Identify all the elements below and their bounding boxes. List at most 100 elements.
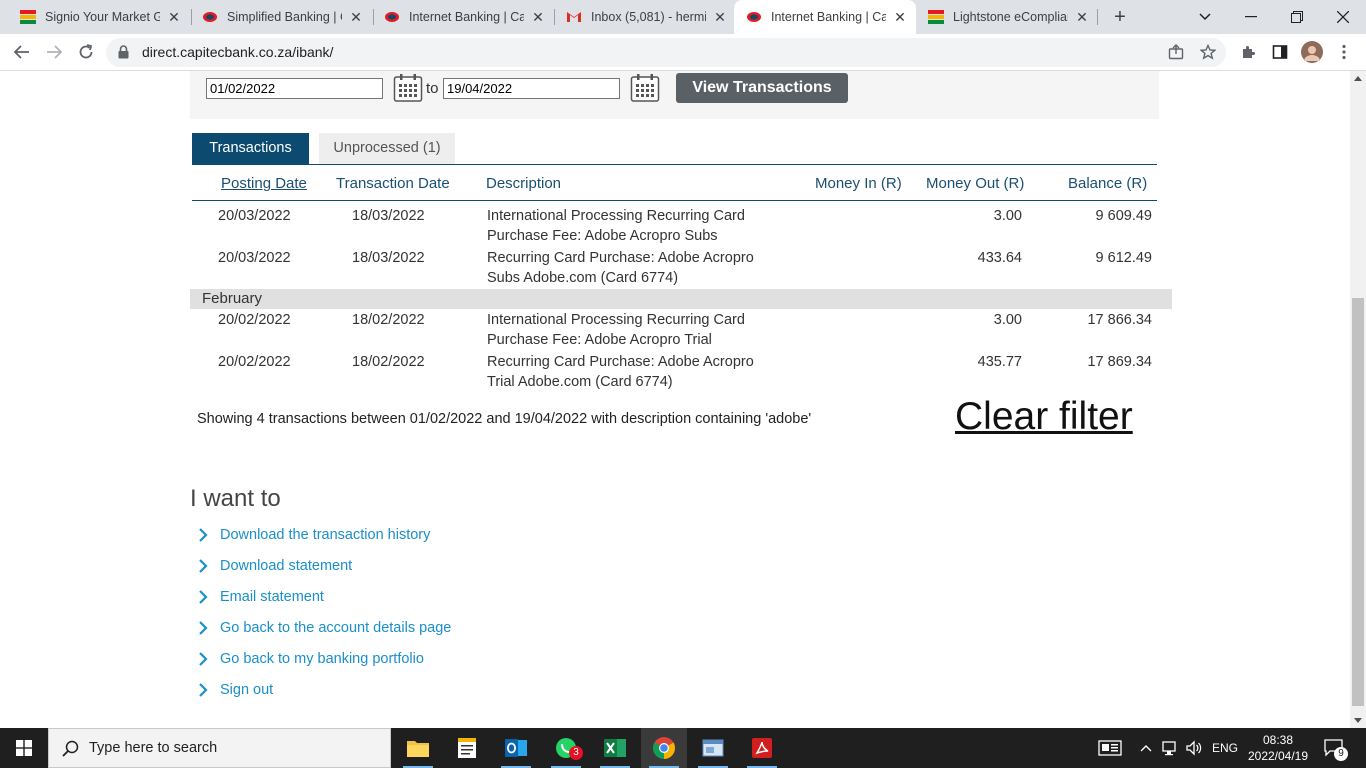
network-icon[interactable] xyxy=(1162,728,1180,768)
link-sign-out[interactable]: Sign out xyxy=(196,682,273,698)
link-banking-portfolio[interactable]: Go back to my banking portfolio xyxy=(196,651,424,667)
transaction-date-cell: 18/03/2022 xyxy=(352,208,425,224)
header-money-in[interactable]: Money In (R) xyxy=(815,175,902,192)
volume-icon[interactable] xyxy=(1185,728,1203,768)
extensions-puzzle-icon[interactable] xyxy=(1238,42,1258,62)
news-widget-icon[interactable] xyxy=(1098,728,1122,768)
link-label: Download the transaction history xyxy=(220,527,431,543)
close-icon[interactable]: ✕ xyxy=(712,9,728,25)
scroll-up-arrow-icon[interactable] xyxy=(1354,76,1362,81)
calendar-icon[interactable] xyxy=(630,73,660,103)
transaction-date-cell: 18/02/2022 xyxy=(352,312,425,328)
to-date-input[interactable] xyxy=(443,78,620,99)
excel-app[interactable] xyxy=(592,728,638,768)
notification-count-badge: 9 xyxy=(1334,747,1348,761)
back-button[interactable] xyxy=(8,38,36,66)
money-out-cell: 3.00 xyxy=(993,312,1022,328)
filter-summary-text: Showing 4 transactions between 01/02/202… xyxy=(197,411,812,427)
chevron-down-icon xyxy=(1199,13,1211,21)
language-indicator[interactable]: ENG xyxy=(1212,728,1238,768)
date-filter-panel: to View Transactions xyxy=(190,71,1159,119)
tab-transactions[interactable]: Transactions xyxy=(192,133,309,164)
kebab-menu-icon[interactable] xyxy=(1334,42,1354,62)
chrome-app[interactable] xyxy=(641,728,687,768)
star-icon[interactable] xyxy=(1198,42,1218,62)
close-icon[interactable]: ✕ xyxy=(892,9,908,25)
tab-underline xyxy=(192,164,1157,165)
taskbar-clock[interactable]: 08:38 2022/04/19 xyxy=(1242,732,1314,764)
description-line-1: International Processing Recurring Card xyxy=(487,208,745,224)
tab-search-button[interactable] xyxy=(1182,0,1228,34)
header-balance[interactable]: Balance (R) xyxy=(1068,175,1147,192)
start-button[interactable] xyxy=(0,728,48,768)
from-date-input[interactable] xyxy=(206,78,383,99)
browser-tab-internet-banking[interactable]: Internet Banking | Cap ✕ xyxy=(372,0,554,34)
minimize-button[interactable] xyxy=(1228,0,1274,34)
taskbar-search-box[interactable]: Type here to search xyxy=(48,728,391,768)
close-icon[interactable]: ✕ xyxy=(1074,9,1090,25)
scroll-down-arrow-icon[interactable] xyxy=(1354,718,1362,723)
notification-center-button[interactable]: 9 xyxy=(1324,728,1348,768)
page-scrollbar[interactable] xyxy=(1350,71,1366,728)
lightstone-stripes-icon xyxy=(928,9,944,25)
side-panel-icon[interactable] xyxy=(1270,42,1290,62)
link-email-statement[interactable]: Email statement xyxy=(196,589,324,605)
close-window-button[interactable] xyxy=(1320,0,1366,34)
tab-unprocessed[interactable]: Unprocessed (1) xyxy=(319,133,455,164)
clock-date: 2022/04/19 xyxy=(1247,749,1309,763)
i-want-to-heading: I want to xyxy=(190,485,281,512)
link-download-transaction-history[interactable]: Download the transaction history xyxy=(196,527,430,543)
close-icon[interactable]: ✕ xyxy=(530,9,546,25)
acrobat-app[interactable] xyxy=(739,728,785,768)
browser-tab-gmail[interactable]: Inbox (5,081) - hermic ✕ xyxy=(554,0,736,34)
balance-cell: 9 612.49 xyxy=(1095,250,1152,266)
browser-tab-lightstone[interactable]: Lightstone eComplian ✕ xyxy=(916,0,1098,34)
reload-button[interactable] xyxy=(72,38,100,66)
posting-date-cell: 20/03/2022 xyxy=(218,250,291,266)
chevron-right-icon xyxy=(199,683,208,697)
search-placeholder: Type here to search xyxy=(89,740,218,756)
browser-tab-strip: Signio Your Market Ga ✕ Simplified Banki… xyxy=(0,0,1366,34)
browser-tab-internet-banking-active[interactable]: Internet Banking | Cap ✕ xyxy=(734,0,916,34)
header-money-out[interactable]: Money Out (R) xyxy=(926,175,1024,192)
address-bar[interactable]: direct.capitecbank.co.za/ibank/ xyxy=(106,38,1226,67)
search-icon xyxy=(62,740,79,757)
chevron-up-icon[interactable] xyxy=(1140,728,1152,768)
browser-tab-signio[interactable]: Signio Your Market Ga ✕ xyxy=(8,0,190,34)
whatsapp-app[interactable]: 3 xyxy=(543,728,589,768)
header-posting-date[interactable]: Posting Date xyxy=(221,175,307,192)
profile-avatar[interactable] xyxy=(1301,41,1323,63)
clear-filter-link[interactable]: Clear filter xyxy=(955,395,1133,439)
browser-tab-simplified-banking[interactable]: Simplified Banking | C ✕ xyxy=(190,0,372,34)
outlook-app[interactable] xyxy=(493,728,539,768)
notes-app[interactable] xyxy=(444,728,490,768)
browser-tab-title: Lightstone eComplian xyxy=(953,10,1068,24)
scrollbar-thumb[interactable] xyxy=(1352,298,1364,706)
chrome-icon xyxy=(653,737,675,759)
close-icon[interactable]: ✕ xyxy=(348,9,364,25)
remote-desktop-app[interactable] xyxy=(690,728,736,768)
money-out-cell: 3.00 xyxy=(993,208,1022,224)
link-label: Email statement xyxy=(220,589,324,605)
balance-cell: 17 869.34 xyxy=(1087,354,1152,370)
description-line-1: Recurring Card Purchase: Adobe Acropro xyxy=(487,354,754,370)
file-explorer-app[interactable] xyxy=(395,728,441,768)
close-icon[interactable]: ✕ xyxy=(166,9,182,25)
clock-time: 08:38 xyxy=(1262,733,1294,747)
new-tab-button[interactable]: + xyxy=(1108,5,1132,29)
view-transactions-button[interactable]: View Transactions xyxy=(676,73,848,103)
forward-button[interactable] xyxy=(40,38,68,66)
description-line-2: Purchase Fee: Adobe Acropro Trial xyxy=(487,332,712,348)
link-account-details[interactable]: Go back to the account details page xyxy=(196,620,451,636)
link-download-statement[interactable]: Download statement xyxy=(196,558,352,574)
lock-icon[interactable] xyxy=(118,45,129,59)
restore-button[interactable] xyxy=(1274,0,1320,34)
link-label: Sign out xyxy=(220,682,274,698)
browser-toolbar: direct.capitecbank.co.za/ibank/ xyxy=(0,34,1366,71)
chevron-right-icon xyxy=(199,528,208,542)
header-description[interactable]: Description xyxy=(486,175,561,192)
calendar-icon[interactable] xyxy=(393,73,423,103)
gmail-icon xyxy=(566,9,582,25)
share-icon[interactable] xyxy=(1166,42,1186,62)
header-transaction-date[interactable]: Transaction Date xyxy=(336,175,450,192)
